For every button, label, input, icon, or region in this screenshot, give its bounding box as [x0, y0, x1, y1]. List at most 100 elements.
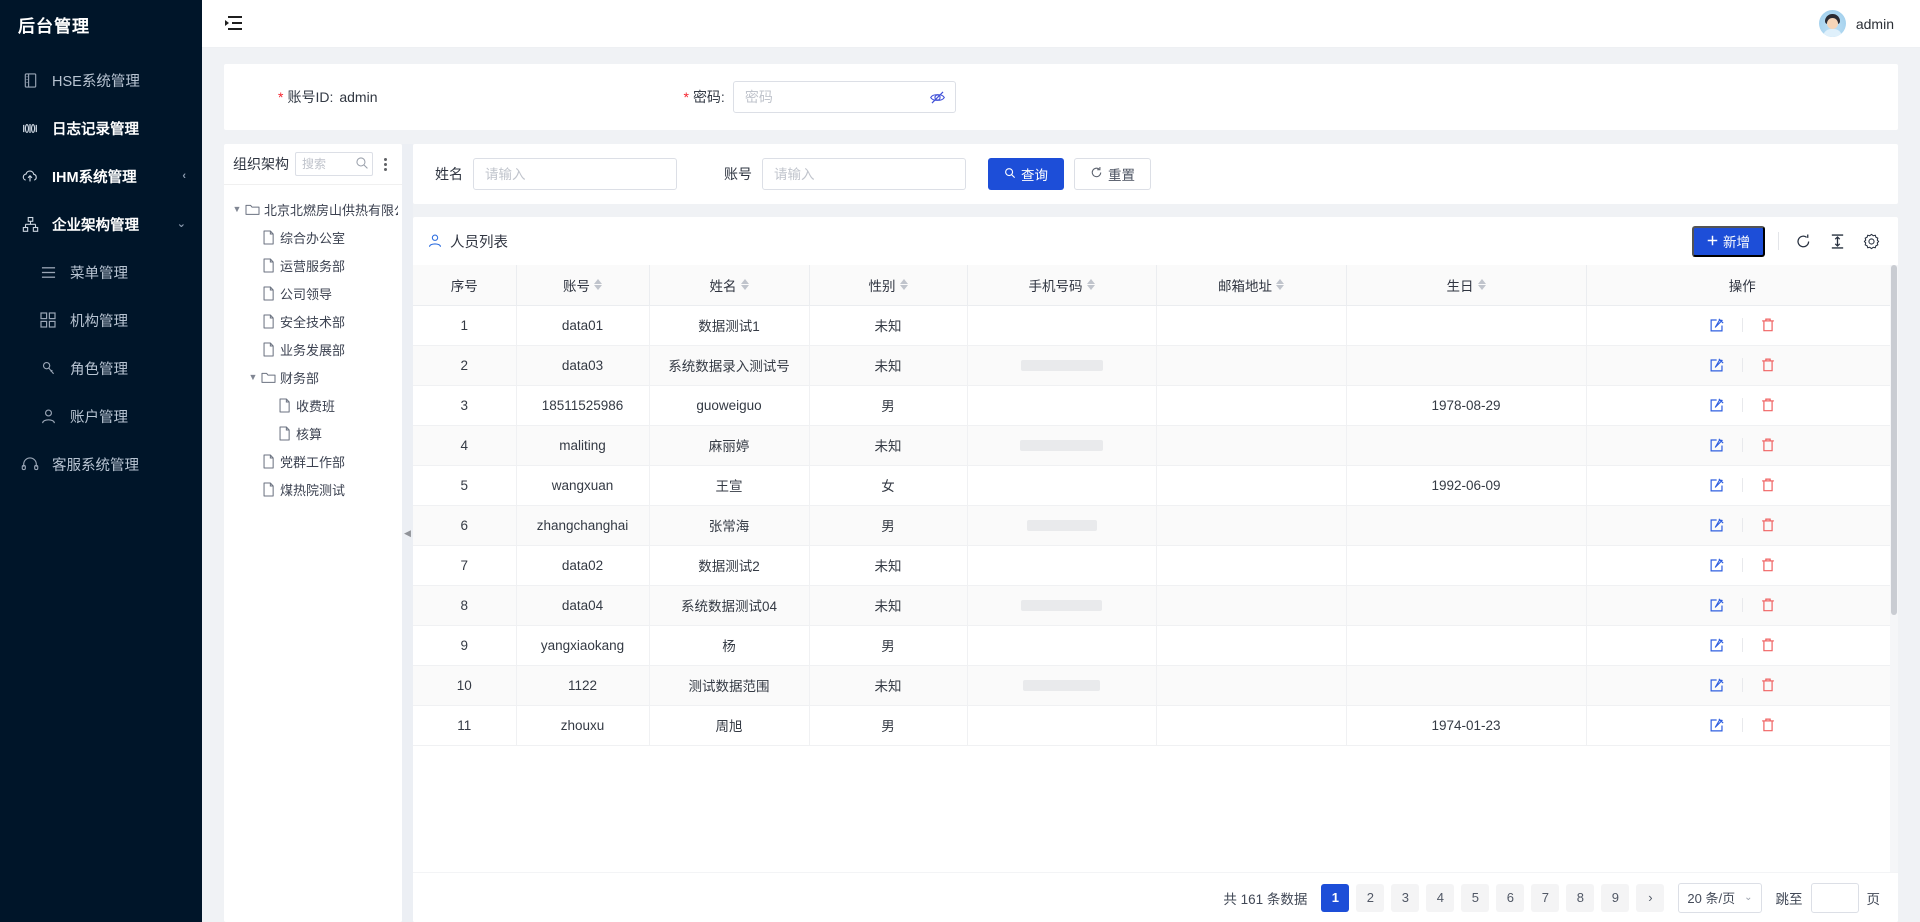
menu-fold-icon[interactable] [220, 11, 246, 37]
org-tree-search[interactable] [295, 152, 373, 176]
table-row[interactable]: 4 maliting 麻丽婷 未知 [413, 425, 1898, 465]
tree-node[interactable]: ▼ 北京北燃房山供热有限公司 [224, 195, 402, 223]
pagination-page-9[interactable]: 9 [1601, 884, 1629, 912]
tree-node[interactable]: ▼ 财务部 [224, 363, 402, 391]
edit-square-icon[interactable] [1706, 354, 1728, 376]
caret-down-icon[interactable]: ▼ [246, 372, 260, 382]
edit-square-icon[interactable] [1706, 474, 1728, 496]
sidebar-item-1[interactable]: 日志记录管理 [0, 104, 202, 152]
edit-square-icon[interactable] [1706, 314, 1728, 336]
collapse-left-icon[interactable]: ◀ [404, 529, 411, 538]
scrollbar-thumb[interactable] [1891, 265, 1897, 615]
trash-icon[interactable] [1757, 354, 1779, 376]
table-row[interactable]: 2 data03 系统数据录入测试号 未知 [413, 345, 1898, 385]
trash-icon[interactable] [1757, 594, 1779, 616]
column-header-3[interactable]: 性别 [809, 265, 967, 305]
sidebar-item-6[interactable]: 角色管理 [0, 344, 202, 392]
pagination-page-8[interactable]: 8 [1566, 884, 1594, 912]
sidebar-item-3[interactable]: 企业架构管理 ⌄ [0, 200, 202, 248]
row-height-icon[interactable] [1826, 230, 1848, 252]
refresh-circle-icon[interactable] [1792, 230, 1814, 252]
cell-operations [1586, 305, 1898, 345]
trash-icon[interactable] [1757, 714, 1779, 736]
more-vertical-icon[interactable] [379, 158, 391, 171]
table-row[interactable]: 9 yangxiaokang 杨男 [413, 625, 1898, 665]
tree-node[interactable]: 综合办公室 [224, 223, 402, 251]
table-row[interactable]: 3 18511525986 guoweiguo 男 1978-08-29 [413, 385, 1898, 425]
sidebar-item-0[interactable]: HSE系统管理 [0, 56, 202, 104]
edit-square-icon[interactable] [1706, 714, 1728, 736]
edit-square-icon[interactable] [1706, 514, 1728, 536]
pagination-page-4[interactable]: 4 [1426, 884, 1454, 912]
tree-node[interactable]: 安全技术部 [224, 307, 402, 335]
eye-invisible-icon[interactable] [928, 87, 948, 107]
trash-icon[interactable] [1757, 474, 1779, 496]
table-row[interactable]: 5 wangxuan 王宣女 1992-06-09 [413, 465, 1898, 505]
column-header-5[interactable]: 邮箱地址 [1156, 265, 1346, 305]
tree-node[interactable]: 煤热院测试 [224, 475, 402, 503]
sidebar-item-4[interactable]: 菜单管理 [0, 248, 202, 296]
cell-operations [1586, 585, 1898, 625]
sidebar-item-8[interactable]: 客服系统管理 [0, 440, 202, 488]
column-header-1[interactable]: 账号 [516, 265, 649, 305]
edit-square-icon[interactable] [1706, 674, 1728, 696]
pagination-next-button[interactable]: › [1636, 884, 1664, 912]
table-row[interactable]: 7 data02 数据测试2 未知 [413, 545, 1898, 585]
trash-icon[interactable] [1757, 634, 1779, 656]
tree-node[interactable]: 收费班 [224, 391, 402, 419]
pagination-page-6[interactable]: 6 [1496, 884, 1524, 912]
trash-icon[interactable] [1757, 514, 1779, 536]
sidebar-item-5[interactable]: 机构管理 [0, 296, 202, 344]
edit-square-icon[interactable] [1706, 434, 1728, 456]
edit-square-icon[interactable] [1706, 634, 1728, 656]
reset-button[interactable]: 重置 [1074, 158, 1151, 190]
sort-arrows-icon[interactable] [900, 279, 908, 290]
add-button[interactable]: 新增 [1692, 226, 1765, 257]
pagination-page-3[interactable]: 3 [1391, 884, 1419, 912]
page-size-select[interactable]: 20 条/页 ⌄ [1678, 883, 1761, 913]
sort-arrows-icon[interactable] [1087, 279, 1095, 290]
trash-icon[interactable] [1757, 394, 1779, 416]
tree-node[interactable]: 业务发展部 [224, 335, 402, 363]
sidebar-item-2[interactable]: IHM系统管理 ‹ [0, 152, 202, 200]
table-row[interactable]: 11 zhouxu 周旭男 1974-01-23 [413, 705, 1898, 745]
tree-node[interactable]: 公司领导 [224, 279, 402, 307]
table-row[interactable]: 6 zhangchanghai 张常海男 [413, 505, 1898, 545]
column-header-2[interactable]: 姓名 [649, 265, 809, 305]
trash-icon[interactable] [1757, 434, 1779, 456]
pagination-jump-input[interactable] [1811, 883, 1859, 913]
filter-name-input[interactable] [473, 158, 677, 190]
trash-icon[interactable] [1757, 554, 1779, 576]
pagination-page-2[interactable]: 2 [1356, 884, 1384, 912]
pagination-page-5[interactable]: 5 [1461, 884, 1489, 912]
gear-icon[interactable] [1860, 230, 1882, 252]
caret-down-icon[interactable]: ▼ [230, 204, 244, 214]
sort-arrows-icon[interactable] [1478, 279, 1486, 290]
tree-node[interactable]: 核算 [224, 419, 402, 447]
cell-account: data04 [516, 585, 649, 625]
table-row[interactable]: 1 data01 数据测试1 未知 [413, 305, 1898, 345]
edit-square-icon[interactable] [1706, 554, 1728, 576]
edit-square-icon[interactable] [1706, 594, 1728, 616]
pagination-page-7[interactable]: 7 [1531, 884, 1559, 912]
search-button[interactable]: 查询 [988, 158, 1064, 190]
password-input[interactable] [733, 81, 956, 113]
column-header-4[interactable]: 手机号码 [967, 265, 1156, 305]
tree-node[interactable]: 党群工作部 [224, 447, 402, 475]
tree-node[interactable]: 运营服务部 [224, 251, 402, 279]
trash-icon[interactable] [1757, 674, 1779, 696]
table-row[interactable]: 8 data04 系统数据测试04 未知 [413, 585, 1898, 625]
sort-arrows-icon[interactable] [1276, 279, 1284, 290]
sidebar-item-7[interactable]: 账户管理 [0, 392, 202, 440]
column-header-6[interactable]: 生日 [1346, 265, 1586, 305]
panel-splitter[interactable]: ◀ [402, 144, 413, 922]
sort-arrows-icon[interactable] [594, 279, 602, 290]
sort-arrows-icon[interactable] [741, 279, 749, 290]
edit-square-icon[interactable] [1706, 394, 1728, 416]
table-row[interactable]: 10 1122 测试数据范围 未知 [413, 665, 1898, 705]
user-menu[interactable]: admin [1819, 10, 1894, 37]
table-vertical-scrollbar[interactable] [1890, 265, 1898, 872]
trash-icon[interactable] [1757, 314, 1779, 336]
filter-account-input[interactable] [762, 158, 966, 190]
pagination-page-1[interactable]: 1 [1321, 884, 1349, 912]
